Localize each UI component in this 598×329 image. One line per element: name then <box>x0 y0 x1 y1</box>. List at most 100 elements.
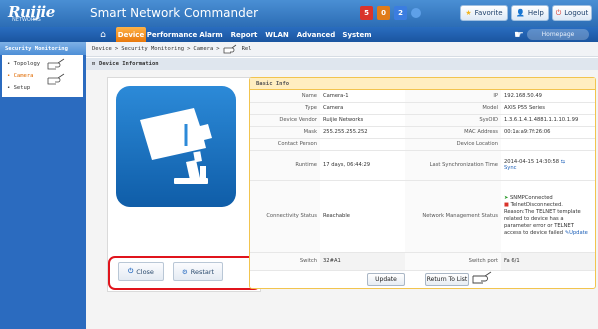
alarm-major-count[interactable]: 0 <box>377 5 390 20</box>
label-connectivity: Connectivity Status <box>250 180 320 253</box>
table-row: Type Camera Model AXIS P55 Series <box>250 102 595 115</box>
telnet-error-icon: ■ <box>504 202 509 208</box>
breadcrumb-separator: > <box>216 46 220 52</box>
nav-system[interactable]: System <box>342 27 372 42</box>
value-mask: 255.255.255.252 <box>320 126 405 139</box>
logout-label: Logout <box>564 9 589 17</box>
label-contact: Contact Person <box>250 138 320 151</box>
sync-icon[interactable]: ⇆ <box>561 159 565 165</box>
value-last-sync: 2014-04-15 14:30:58 ⇆ Sync <box>501 150 595 181</box>
alarm-info-icon[interactable] <box>411 7 421 18</box>
label-runtime: Runtime <box>250 150 320 181</box>
sidebar: Security Monitoring • Topology • Camera … <box>0 42 86 329</box>
app-title: Smart Network Commander <box>90 6 259 20</box>
restart-label: Restart <box>190 267 215 276</box>
value-runtime: 17 days, 06:44:29 <box>320 150 405 181</box>
value-switch: 32#A1 <box>320 252 405 271</box>
brand-subtitle: NETWORKS <box>12 17 41 23</box>
value-vendor: Ruijie Networks <box>320 114 405 127</box>
value-ip: 192.168.50.49 <box>501 90 595 103</box>
alarm-critical-count[interactable]: 5 <box>360 5 373 20</box>
sidebar-item-label: Setup <box>13 85 31 91</box>
value-name: Camera-1 <box>320 90 405 103</box>
camera-icon <box>116 86 236 207</box>
table-row: Contact Person Device Location <box>250 138 595 151</box>
breadcrumb: Device > Security Monitoring > Camera > … <box>86 42 598 57</box>
power-icon: ⏻ <box>555 8 562 17</box>
pointer-hand-icon: ☛ <box>514 28 524 41</box>
breadcrumb-item-current: Rel <box>241 46 252 52</box>
nav-wlan[interactable]: WLAN <box>264 27 290 42</box>
breadcrumb-item[interactable]: Camera <box>193 46 213 52</box>
help-button[interactable]: 👤 Help <box>511 5 549 21</box>
label-model: Model <box>405 102 501 115</box>
label-ip: IP <box>405 90 501 103</box>
main-nav: ⌂ Device Performance Alarm Report WLAN A… <box>0 27 598 42</box>
basic-info-table: Name Camera-1 IP 192.168.50.49 Type Came… <box>250 90 595 271</box>
nav-alarm[interactable]: Alarm <box>198 27 224 42</box>
star-icon: ★ <box>465 9 472 17</box>
favorite-label: Favorite <box>474 9 503 17</box>
table-row: Connectivity Status Reachable Network Ma… <box>250 180 595 253</box>
label-mask: Mask <box>250 126 320 139</box>
gear-icon: ⚙ <box>181 267 188 276</box>
homepage-button[interactable]: Homepage <box>527 29 589 40</box>
table-row: Runtime 17 days, 06:44:29 Last Synchroni… <box>250 150 595 181</box>
pointer-hand-icon <box>47 58 65 70</box>
breadcrumb-separator: > <box>114 46 119 52</box>
sidebar-item-setup[interactable]: • Setup <box>7 85 30 91</box>
content-area: ⏻ Close ⚙ Restart Basic Info Name Camera… <box>86 70 598 329</box>
sidebar-item-topology[interactable]: • Topology <box>7 61 40 67</box>
breadcrumb-separator: > <box>187 46 191 52</box>
nav-performance[interactable]: Performance <box>147 27 198 42</box>
label-switch: Switch <box>250 252 320 271</box>
snmp-status: SNMPConnected <box>510 195 553 201</box>
alarm-counters: 5 0 2 <box>360 5 421 20</box>
favorite-button[interactable]: ★ Favorite <box>460 5 508 21</box>
table-row: Mask 255.255.255.252 MAC Address 00:1a:a… <box>250 126 595 139</box>
return-to-list-button[interactable]: Return To List <box>425 273 469 286</box>
label-switch-port: Switch port <box>405 252 501 271</box>
help-label: Help <box>527 9 544 17</box>
value-nm-status: ➤ SNMPConnected ■ TelnetDisconnected. Re… <box>501 180 595 253</box>
close-label: Close <box>136 267 154 276</box>
update-link[interactable]: Update <box>569 230 588 236</box>
home-icon[interactable]: ⌂ <box>94 27 112 42</box>
table-row: Switch 32#A1 Switch port Fa 6/1 <box>250 252 595 271</box>
logout-button[interactable]: ⏻ Logout <box>552 5 592 21</box>
label-type: Type <box>250 102 320 115</box>
basic-info-panel: Basic Info Name Camera-1 IP 192.168.50.4… <box>249 77 596 289</box>
value-contact <box>320 138 405 151</box>
value-type: Camera <box>320 102 405 115</box>
breadcrumb-item[interactable]: Security Monitoring <box>121 46 184 52</box>
nav-report[interactable]: Report <box>230 27 258 42</box>
breadcrumb-item[interactable]: Device <box>92 46 112 52</box>
value-connectivity: Reachable <box>320 180 405 253</box>
collapse-icon[interactable]: ⊟ <box>92 61 95 67</box>
label-nm-status: Network Management Status <box>405 180 501 253</box>
main-panel: Device > Security Monitoring > Camera > … <box>86 42 598 329</box>
label-mac: MAC Address <box>405 126 501 139</box>
label-name: Name <box>250 90 320 103</box>
section-title: ⊟ Device Information <box>86 58 598 70</box>
value-switch-port: Fa 6/1 <box>501 252 595 271</box>
close-button[interactable]: ⏻ Close <box>118 262 164 281</box>
sidebar-title: Security Monitoring <box>0 42 86 55</box>
sync-link[interactable]: Sync <box>504 165 517 171</box>
label-last-sync: Last Synchronization Time <box>405 150 501 181</box>
update-button[interactable]: Update <box>367 273 405 286</box>
help-icon: 👤 <box>516 9 525 17</box>
value-sysoid: 1.3.6.1.4.1.4881.1.1.10.1.99 <box>501 114 595 127</box>
pointer-hand-icon <box>47 73 65 85</box>
alarm-minor-count[interactable]: 2 <box>394 5 407 20</box>
label-sysoid: SysOID <box>405 114 501 127</box>
telnet-status: TelnetDisconnected. <box>510 202 563 208</box>
restart-button[interactable]: ⚙ Restart <box>173 262 223 281</box>
nav-advanced[interactable]: Advanced <box>296 27 336 42</box>
pointer-hand-icon <box>472 271 492 284</box>
pointer-hand-icon <box>223 44 236 53</box>
basic-info-title: Basic Info <box>250 78 595 90</box>
nav-device[interactable]: Device <box>116 27 146 42</box>
sidebar-item-camera[interactable]: • Camera <box>7 73 34 79</box>
table-row: Device Vendor Ruijie Networks SysOID 1.3… <box>250 114 595 127</box>
